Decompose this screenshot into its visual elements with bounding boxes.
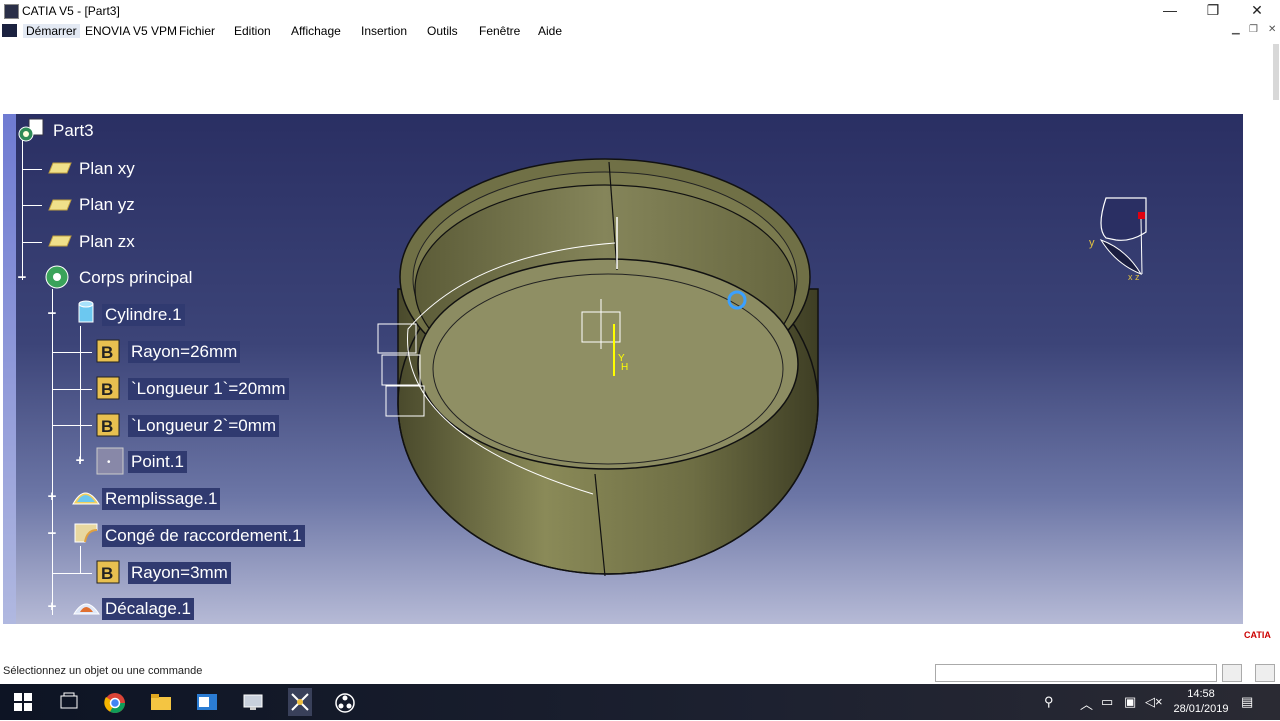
expand-point-icon[interactable]: + [74, 453, 86, 468]
tree-item-rayon[interactable]: Rayon=26mm [128, 341, 241, 363]
3d-viewport[interactable]: Y H y x z Part3 Plan xy Plan yz Plan zx … [3, 114, 1243, 624]
clock-date: 28/01/2019 [1173, 703, 1229, 715]
compass-y-label: y [1089, 237, 1095, 249]
menu-enovia[interactable]: ENOVIA V5 VPM [85, 24, 177, 38]
menu-demarrer[interactable]: Démarrer [23, 24, 80, 38]
menu-fenetre[interactable]: Fenêtre [479, 24, 520, 38]
mdi-restore-button[interactable]: ❐ [1249, 24, 1258, 35]
menu-outils[interactable]: Outils [427, 24, 458, 38]
menu-insertion[interactable]: Insertion [361, 24, 407, 38]
parameter-icon: B [95, 336, 125, 371]
status-message: Sélectionnez un objet ou une commande [3, 665, 203, 677]
parameter-icon: B [95, 557, 125, 592]
tree-item-rayon-conge[interactable]: Rayon=3mm [128, 562, 231, 584]
remote-desktop-icon[interactable] [242, 692, 264, 712]
catia-logo: CATIA [1244, 630, 1271, 640]
expand-remplissage-icon[interactable]: + [46, 489, 58, 504]
toolbar-area [0, 40, 1280, 114]
tree-scrollbar[interactable] [3, 114, 16, 624]
compass[interactable]: y x z [1086, 194, 1186, 294]
obs-icon[interactable] [334, 692, 356, 713]
svg-text:•: • [107, 457, 111, 468]
collapse-cylindre-icon[interactable]: − [46, 306, 58, 321]
outlook-icon[interactable] [196, 692, 218, 712]
svg-text:B: B [101, 380, 113, 399]
menu-edition[interactable]: Edition [234, 24, 271, 38]
notification-icon[interactable]: ▤ [1241, 694, 1253, 710]
tree-item-cylindre[interactable]: Cylindre.1 [102, 304, 185, 326]
network-icon[interactable]: ▣ [1124, 694, 1136, 710]
minimize-button[interactable]: — [1147, 0, 1193, 21]
tree-item-longueur1[interactable]: `Longueur 1`=20mm [128, 378, 289, 400]
menu-fichier[interactable]: Fichier [179, 24, 215, 38]
battery-icon[interactable]: ▭ [1101, 694, 1113, 710]
command-input[interactable] [935, 664, 1217, 682]
parameter-icon: B [95, 373, 125, 408]
file-explorer-icon[interactable] [150, 692, 172, 712]
catia-menu-icon[interactable] [2, 24, 17, 37]
command-list-button[interactable] [1222, 664, 1242, 682]
close-button[interactable]: ✕ [1234, 0, 1280, 21]
point-icon: • [95, 446, 125, 481]
tree-item-conge[interactable]: Congé de raccordement.1 [102, 525, 305, 547]
taskbar-clock[interactable]: 14:58 28/01/2019 [1168, 687, 1234, 717]
clock-time: 14:58 [1187, 688, 1215, 700]
chevron-up-icon[interactable]: ︿ [1080, 694, 1093, 713]
compass-xz-label: x z [1128, 272, 1140, 282]
body-icon [43, 263, 73, 296]
tree-item-plan-zx[interactable]: Plan zx [79, 232, 135, 252]
catia-taskbar-icon[interactable] [288, 688, 312, 716]
tree-item-plan-yz[interactable]: Plan yz [79, 195, 135, 215]
window-title: CATIA V5 - [Part3] [22, 4, 120, 18]
volume-icon[interactable]: ◁× [1145, 694, 1163, 710]
windows-taskbar: ⚲ ︿ ▭ ▣ ◁× 14:58 28/01/2019 ▤ [0, 684, 1280, 720]
part-icon [17, 118, 47, 144]
svg-text:B: B [101, 417, 113, 436]
people-icon[interactable]: ⚲ [1044, 694, 1054, 710]
mdi-minimize-button[interactable]: ▁ [1232, 24, 1240, 35]
windows-start-icon[interactable] [13, 692, 35, 712]
menu-affichage[interactable]: Affichage [291, 24, 341, 38]
tree-item-plan-xy[interactable]: Plan xy [79, 159, 135, 179]
chrome-icon[interactable] [104, 692, 126, 713]
plane-zx-icon [47, 234, 73, 253]
tree-item-longueur2[interactable]: `Longueur 2`=0mm [128, 415, 280, 437]
status-bar: CATIA Sélectionnez un objet ou une comma… [0, 624, 1280, 684]
fill-icon [71, 482, 101, 515]
tree-item-part3[interactable]: Part3 [53, 121, 94, 141]
plane-yz-icon [47, 198, 73, 217]
specification-tree: Part3 Plan xy Plan yz Plan zx − Corps pr… [3, 114, 403, 624]
parameter-icon: B [95, 410, 125, 445]
catia-app-icon [4, 4, 19, 19]
expand-decalage-icon[interactable]: + [46, 599, 58, 614]
plane-xy-icon [47, 161, 73, 180]
menu-aide[interactable]: Aide [538, 24, 562, 38]
tree-item-point[interactable]: Point.1 [128, 451, 187, 473]
tree-item-corps-principal[interactable]: Corps principal [79, 268, 192, 288]
axis-h-label: H [621, 362, 628, 373]
collapse-conge-icon[interactable]: − [46, 526, 58, 541]
svg-text:B: B [101, 564, 113, 583]
title-bar: CATIA V5 - [Part3] — ❐ ✕ [0, 0, 1280, 21]
collapse-corps-icon[interactable]: − [16, 270, 28, 285]
tree-item-remplissage[interactable]: Remplissage.1 [102, 488, 221, 510]
tree-item-decalage[interactable]: Décalage.1 [102, 598, 195, 620]
svg-text:B: B [101, 343, 113, 362]
toolbar-scrollbar[interactable] [1273, 44, 1279, 100]
maximize-button[interactable]: ❐ [1190, 0, 1236, 21]
mdi-close-button[interactable]: ✕ [1268, 24, 1276, 35]
command-help-button[interactable] [1255, 664, 1275, 682]
cylinder-icon [75, 300, 97, 331]
task-view-icon[interactable] [58, 692, 80, 712]
fillet-icon [71, 518, 101, 551]
offset-icon [71, 592, 101, 624]
right-toolbar [1243, 40, 1280, 624]
menu-bar: Démarrer ENOVIA V5 VPM Fichier Edition A… [0, 21, 1280, 40]
